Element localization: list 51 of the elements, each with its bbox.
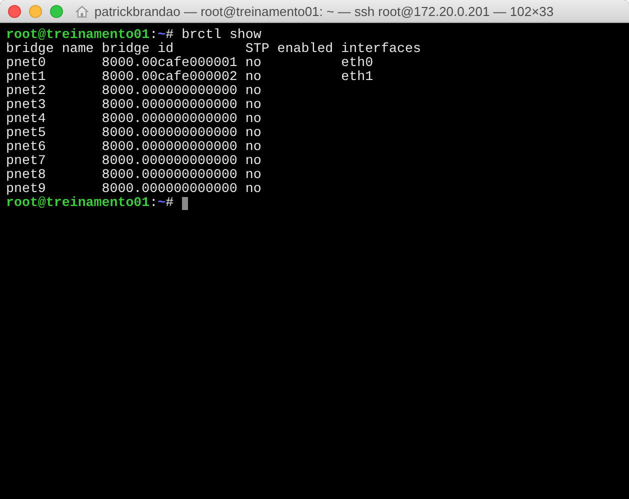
prompt-path: ~ — [158, 28, 166, 42]
home-icon — [75, 4, 90, 18]
window-title: patrickbrandao — root@treinamento01: ~ — ssh root@172.20.0.201 — 102×33 — [94, 4, 554, 18]
prompt-user-host: root@treinamento01 — [6, 196, 150, 210]
table-cell: no — [245, 69, 262, 84]
prompt-symbol: # — [166, 28, 174, 42]
prompt-separator: : — [150, 196, 158, 210]
table-cell: eth0 — [341, 55, 374, 70]
column-header: interfaces — [341, 41, 421, 56]
table-cell: no — [245, 153, 262, 168]
table-cell: 8000.000000000000 — [102, 139, 238, 154]
table-cell: 8000.00cafe000002 — [102, 69, 238, 84]
table-cell: pnet9 — [6, 181, 46, 196]
column-header: bridge id — [102, 41, 174, 56]
table-cell: pnet8 — [6, 167, 46, 182]
close-button[interactable] — [8, 5, 21, 18]
table-cell: pnet4 — [6, 111, 46, 126]
zoom-button[interactable] — [50, 5, 63, 18]
prompt-separator: : — [150, 28, 158, 42]
table-cell: no — [245, 125, 262, 140]
table-cell: 8000.000000000000 — [102, 181, 238, 196]
prompt-symbol: # — [166, 196, 174, 210]
table-cell: no — [245, 55, 262, 70]
column-header: STP enabled — [245, 41, 334, 56]
table-cell: no — [245, 97, 262, 112]
table-cell: 8000.000000000000 — [102, 125, 238, 140]
command-text: brctl show — [182, 28, 262, 42]
table-cell: 8000.000000000000 — [102, 83, 238, 98]
table-cell: pnet3 — [6, 97, 46, 112]
table-cell: no — [245, 167, 262, 182]
table-cell: 8000.000000000000 — [102, 153, 238, 168]
table-cell: pnet0 — [6, 55, 46, 70]
table-cell: pnet5 — [6, 125, 46, 140]
table-cell: 8000.000000000000 — [102, 111, 238, 126]
table-cell: 8000.000000000000 — [102, 167, 238, 182]
table-cell: pnet1 — [6, 69, 46, 84]
prompt-path: ~ — [158, 196, 166, 210]
table-cell: no — [245, 83, 262, 98]
table-cell: eth1 — [341, 69, 374, 84]
table-cell: 8000.00cafe000001 — [102, 55, 238, 70]
table-cell: 8000.000000000000 — [102, 97, 238, 112]
prompt-user-host: root@treinamento01 — [6, 28, 150, 42]
table-cell: no — [245, 181, 262, 196]
column-header: bridge name — [6, 41, 94, 56]
table-cell: no — [245, 111, 262, 126]
text-cursor — [182, 196, 188, 210]
minimize-button[interactable] — [29, 5, 42, 18]
table-cell: pnet2 — [6, 83, 46, 98]
table-cell: no — [245, 139, 262, 154]
table-cell: pnet6 — [6, 139, 46, 154]
table-cell: pnet7 — [6, 153, 46, 168]
